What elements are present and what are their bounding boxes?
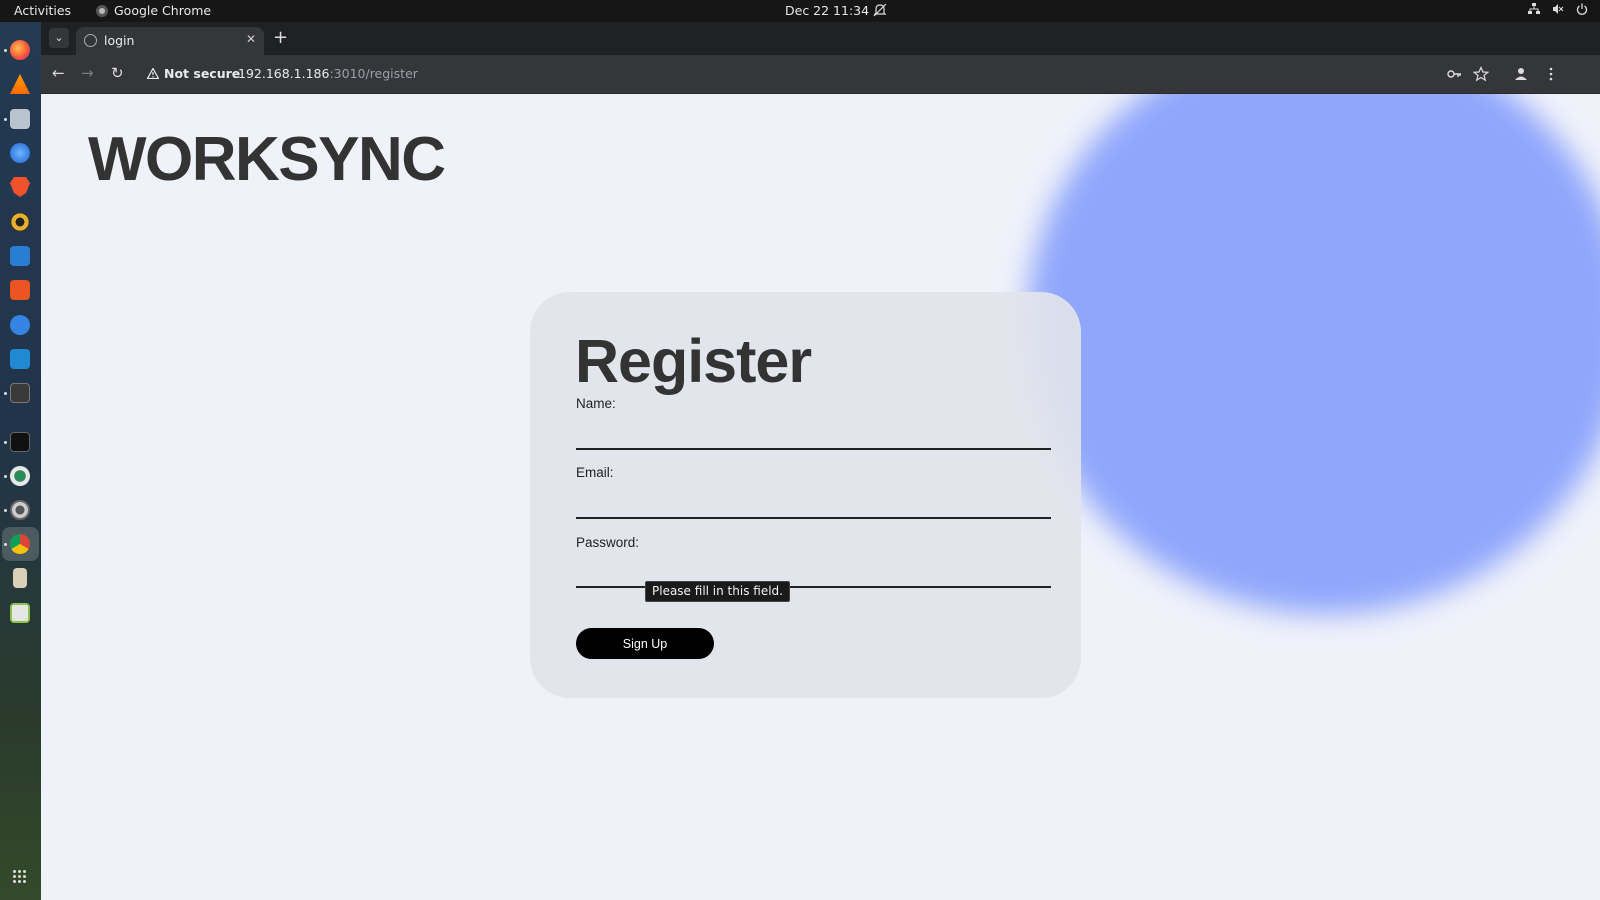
menu-kebab-icon[interactable] (1543, 66, 1559, 82)
system-top-bar: Activities Google Chrome Dec 22 11:34 (0, 0, 1600, 22)
sign-up-button[interactable]: Sign Up (576, 628, 714, 659)
tab-strip: ⌄ login ✕ + (41, 22, 1600, 55)
running-indicator (4, 441, 7, 444)
files-icon[interactable] (10, 109, 30, 129)
forward-button[interactable]: → (81, 64, 94, 82)
notifications-off-icon[interactable] (872, 2, 888, 18)
url-host: 192.168.1.186 (238, 66, 330, 81)
app-icon-2[interactable] (10, 466, 30, 486)
chrome-small-icon (96, 4, 108, 17)
app-center-icon[interactable] (10, 280, 30, 300)
trash-icon[interactable] (10, 603, 30, 623)
running-indicator (4, 509, 7, 512)
thunderbird-icon[interactable] (10, 143, 30, 163)
firefox-icon[interactable] (10, 40, 30, 60)
brave-icon[interactable] (10, 177, 30, 197)
tab-search-button[interactable]: ⌄ (49, 28, 69, 48)
email-input[interactable] (576, 493, 1051, 519)
browser-toolbar: ← → ↻ Not secure 192.168.1.186:3010/regi… (41, 55, 1600, 94)
brand-logo: WORKSYNC (88, 125, 446, 194)
dock (0, 22, 41, 900)
email-label: Email: (576, 465, 614, 480)
terminal-icon[interactable] (10, 383, 30, 403)
help-icon[interactable] (10, 315, 30, 335)
power-icon (1576, 3, 1588, 15)
password-label: Password: (576, 535, 640, 550)
validation-tooltip: Please fill in this field. (645, 581, 790, 602)
running-indicator (4, 118, 7, 121)
rhythmbox-icon[interactable] (10, 212, 30, 232)
tab-login[interactable]: login ✕ (76, 27, 264, 55)
new-tab-button[interactable]: + (273, 28, 288, 48)
writer-icon[interactable] (10, 246, 30, 266)
name-label: Name: (576, 396, 616, 411)
profile-icon[interactable] (1513, 66, 1529, 82)
password-key-icon[interactable] (1446, 66, 1462, 82)
bookmark-star-icon[interactable] (1473, 66, 1489, 82)
volume-muted-icon (1553, 4, 1564, 14)
archive-icon[interactable] (13, 568, 27, 588)
system-tray[interactable] (1528, 3, 1588, 15)
network-icon (1528, 3, 1540, 14)
page-viewport: WORKSYNC Register Name: Email: Password:… (41, 94, 1600, 900)
close-tab-icon[interactable]: ✕ (246, 32, 256, 46)
running-indicator (4, 543, 7, 546)
running-indicator (4, 49, 7, 52)
url-path: :3010/register (329, 66, 418, 81)
name-input[interactable] (576, 424, 1051, 450)
show-apps-icon[interactable] (13, 870, 27, 884)
clock[interactable]: Dec 22 11:34 (785, 3, 869, 18)
warning-icon (147, 68, 159, 79)
app-menu[interactable]: Google Chrome (96, 3, 211, 18)
back-button[interactable]: ← (52, 64, 65, 82)
app-name: Google Chrome (114, 3, 212, 18)
running-indicator (4, 475, 7, 478)
vscode-icon[interactable] (10, 349, 30, 369)
settings-icon[interactable] (10, 500, 30, 520)
security-indicator[interactable]: Not secure (147, 66, 240, 81)
decorative-blob (1027, 94, 1600, 614)
register-card: Register Name: Email: Password: Sign Up (530, 292, 1081, 698)
address-bar[interactable]: Not secure 192.168.1.186:3010/register (141, 62, 1441, 87)
tab-title: login (104, 33, 135, 48)
app-icon[interactable] (10, 432, 30, 452)
url-text[interactable]: 192.168.1.186:3010/register (238, 66, 418, 81)
reload-button[interactable]: ↻ (111, 64, 124, 82)
globe-icon (84, 34, 97, 47)
vlc-icon[interactable] (10, 74, 30, 94)
running-indicator (4, 392, 7, 395)
chrome-icon[interactable] (10, 534, 30, 554)
security-label: Not secure (164, 66, 241, 81)
register-title: Register (575, 327, 812, 395)
activities-button[interactable]: Activities (14, 3, 71, 18)
